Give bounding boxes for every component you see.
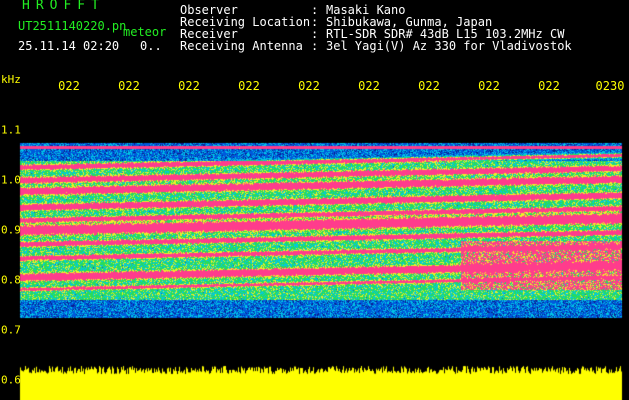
time-tick-label: 022	[538, 79, 560, 93]
time-tick-label: 022	[58, 79, 80, 93]
frequency-tick-label: 0.6	[1, 373, 21, 387]
frequency-tick-label: 0.9	[1, 223, 21, 237]
receiving-antenna-label: Receiving Antenna	[180, 39, 303, 53]
time-tick-label: 022	[178, 79, 200, 93]
counter: 0..	[140, 39, 162, 53]
mode-label: meteor	[123, 25, 167, 39]
time-tick-label: 0230	[595, 79, 625, 93]
frequency-tick-label: 0.8	[1, 273, 21, 287]
spectrogram-display	[0, 0, 629, 400]
time-tick-label: 022	[238, 79, 260, 93]
frequency-unit-label: kHz	[1, 73, 21, 86]
time-tick-label: 022	[478, 79, 500, 93]
frequency-tick-label: 1.1	[1, 123, 21, 137]
date-time: 25.11.14 02:20	[18, 39, 120, 53]
time-tick-label: 022	[298, 79, 320, 93]
frequency-tick-label: 1.0	[1, 173, 21, 187]
app-title: HROFFT	[22, 0, 105, 13]
time-tick-label: 022	[118, 79, 140, 93]
info-separator: :	[311, 39, 319, 53]
file-name: UT2511140220.pn	[18, 19, 127, 33]
time-tick-label: 022	[358, 79, 380, 93]
receiving-antenna-value: 3el Yagi(V) Az 330 for Vladivostok	[326, 39, 572, 53]
time-tick-label: 022	[418, 79, 440, 93]
frequency-tick-label: 0.7	[1, 323, 21, 337]
